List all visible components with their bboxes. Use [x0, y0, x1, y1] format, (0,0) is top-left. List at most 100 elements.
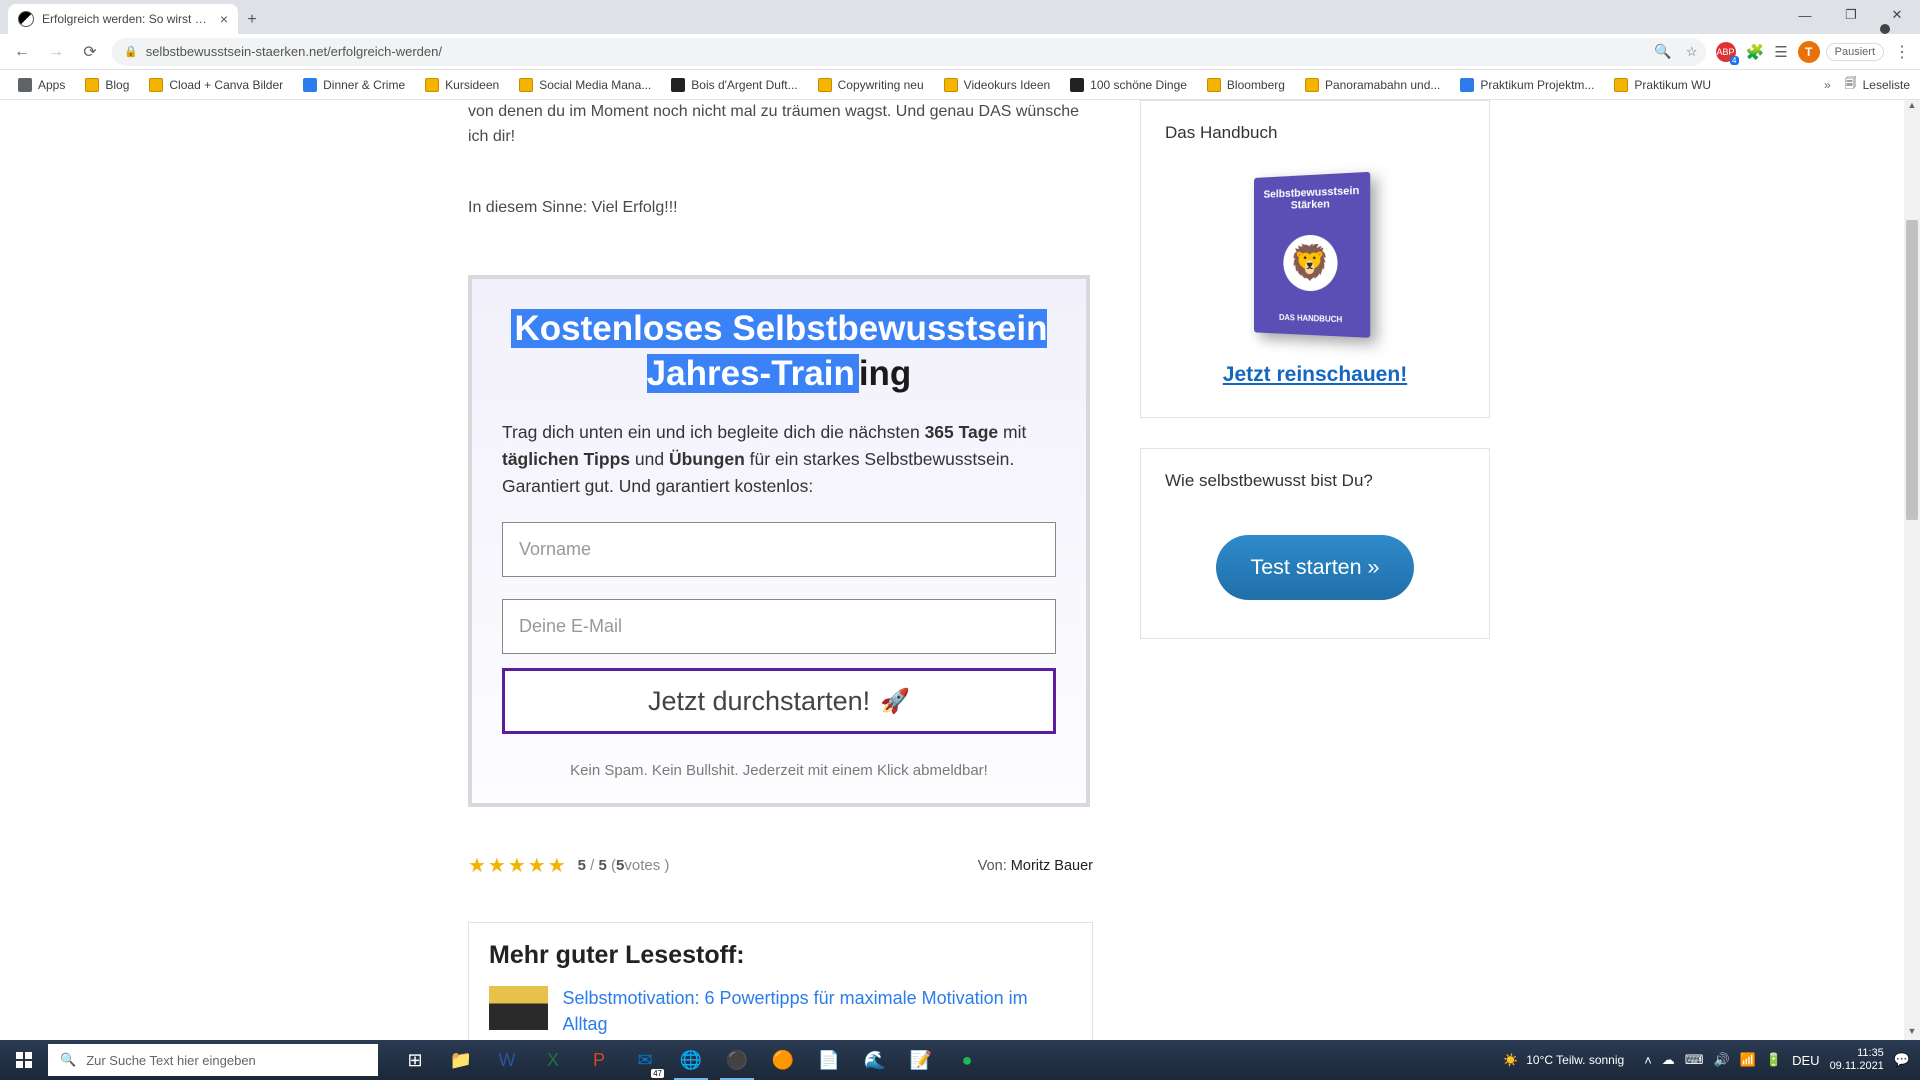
bookmark-item[interactable]: Social Media Mana...	[511, 75, 659, 95]
new-tab-button[interactable]: +	[238, 6, 266, 34]
related-link[interactable]: Selbstmotivation: 6 Powertipps für maxim…	[562, 986, 1072, 1036]
nav-forward-button: →	[44, 43, 68, 61]
scroll-up-icon[interactable]: ▲	[1906, 100, 1918, 114]
site-icon	[303, 78, 317, 92]
close-tab-icon[interactable]: ×	[220, 11, 228, 27]
bookmark-item[interactable]: Copywriting neu	[810, 75, 932, 95]
outlook-icon[interactable]: ✉47	[622, 1040, 668, 1080]
article-paragraph: In diesem Sinne: Viel Erfolg!!!	[468, 196, 1093, 221]
nav-reload-button[interactable]: ⟳	[78, 42, 102, 62]
profile-chip[interactable]: T Pausiert	[1798, 41, 1884, 63]
spotify-icon[interactable]: ●	[944, 1040, 990, 1080]
onedrive-icon[interactable]: ☁	[1662, 1052, 1675, 1068]
reinschauen-link[interactable]: Jetzt reinschauen!	[1223, 363, 1407, 387]
url-text: selbstbewusstsein-staerken.net/erfolgrei…	[146, 44, 442, 59]
chrome-menu-icon[interactable]: ⋮	[1894, 42, 1910, 62]
language-indicator[interactable]: DEU	[1792, 1053, 1819, 1068]
bookmark-item[interactable]: Panoramabahn und...	[1297, 75, 1448, 95]
optin-note: Kein Spam. Kein Bullshit. Jederzeit mit …	[502, 762, 1056, 779]
apps-icon	[18, 78, 32, 92]
tab-favicon	[18, 11, 34, 27]
taskbar-search[interactable]: 🔍 Zur Suche Text hier eingeben	[48, 1044, 378, 1076]
clock[interactable]: 11:35 09.11.2021	[1830, 1047, 1884, 1072]
related-thumb	[489, 986, 548, 1030]
bookmarks-overflow-icon[interactable]: »	[1824, 78, 1831, 92]
nav-back-button[interactable]: ←	[10, 43, 34, 61]
bookmark-item[interactable]: Dinner & Crime	[295, 75, 413, 95]
search-icon: 🔍	[60, 1052, 76, 1068]
sidebar-quiz-card: Wie selbstbewusst bist Du? Test starten …	[1140, 448, 1490, 639]
sun-icon: ☀️	[1503, 1053, 1518, 1067]
window-minimize-button[interactable]: ―	[1782, 0, 1828, 30]
related-item[interactable]: Selbstmotivation: 6 Powertipps für maxim…	[489, 986, 1072, 1036]
bookmark-item[interactable]: Praktikum WU	[1606, 75, 1719, 95]
scrollbar[interactable]: ▲ ▼	[1904, 100, 1920, 1040]
extensions-icon[interactable]: 🧩	[1746, 43, 1765, 61]
excel-icon[interactable]: X	[530, 1040, 576, 1080]
folder-icon	[1305, 78, 1319, 92]
app-icon[interactable]: 🟠	[760, 1040, 806, 1080]
site-icon	[671, 78, 685, 92]
bookmark-item[interactable]: Praktikum Projektm...	[1452, 75, 1602, 95]
submit-button[interactable]: Jetzt durchstarten! 🚀	[502, 668, 1056, 734]
battery-icon[interactable]: 🔋	[1766, 1052, 1782, 1068]
bookmark-apps[interactable]: Apps	[10, 75, 73, 95]
tab-title: Erfolgreich werden: So wirst du g	[42, 12, 212, 26]
notepad-icon[interactable]: 📝	[898, 1040, 944, 1080]
start-button[interactable]	[0, 1052, 48, 1068]
window-maximize-button[interactable]: ❐	[1828, 0, 1874, 30]
app-icon[interactable]: 📄	[806, 1040, 852, 1080]
explorer-icon[interactable]: 📁	[438, 1040, 484, 1080]
wifi-icon[interactable]: 📶	[1740, 1052, 1756, 1068]
scrollbar-thumb[interactable]	[1906, 220, 1918, 520]
rocket-icon: 🚀	[880, 687, 910, 716]
bookmark-star-icon[interactable]: ☆	[1686, 44, 1698, 60]
tray-chevron-icon[interactable]: ˄	[1644, 1053, 1652, 1068]
address-bar[interactable]: 🔒 selbstbewusstsein-staerken.net/erfolgr…	[112, 38, 1706, 66]
card-heading: Das Handbuch	[1141, 101, 1489, 165]
readlist-icon: 🗐	[1845, 74, 1857, 95]
related-box: Mehr guter Lesestoff: Selbstmotivation: …	[468, 922, 1093, 1040]
card-heading: Wie selbstbewusst bist Du?	[1141, 449, 1489, 513]
task-view-icon[interactable]: ⊞	[392, 1040, 438, 1080]
start-test-button[interactable]: Test starten »	[1216, 535, 1413, 600]
reading-list-button[interactable]: 🗐Leseliste	[1845, 74, 1910, 95]
browser-tab[interactable]: Erfolgreich werden: So wirst du g ×	[8, 4, 238, 34]
email-input[interactable]: Deine E-Mail	[502, 599, 1056, 654]
bookmark-item[interactable]: Cload + Canva Bilder	[141, 75, 291, 95]
author-byline: Von: Moritz Bauer	[978, 858, 1093, 874]
windows-icon	[16, 1052, 32, 1068]
profile-avatar: T	[1798, 41, 1820, 63]
bookmark-item[interactable]: Videokurs Ideen	[936, 75, 1059, 95]
notifications-icon[interactable]: 💬	[1894, 1052, 1910, 1068]
bookmark-item[interactable]: Blog	[77, 75, 137, 95]
zoom-icon[interactable]: 🔍	[1654, 43, 1671, 60]
optin-box: Kostenloses Selbstbewusstsein Jahres-Tra…	[468, 275, 1090, 807]
bookmark-item[interactable]: Bloomberg	[1199, 75, 1293, 95]
adblock-extension-icon[interactable]: ABP 4	[1716, 42, 1736, 62]
sidebar-handbuch-card: Das Handbuch Selbstbewusstsein Stärken 🦁…	[1140, 100, 1490, 418]
edge-icon[interactable]: 🌊	[852, 1040, 898, 1080]
window-close-button[interactable]: ✕	[1874, 0, 1920, 30]
scroll-down-icon[interactable]: ▼	[1906, 1026, 1918, 1040]
bookmark-item[interactable]: 100 schöne Dinge	[1062, 75, 1195, 95]
profile-paused-label: Pausiert	[1826, 43, 1884, 61]
obs-icon[interactable]: ⚫	[714, 1040, 760, 1080]
bookmark-item[interactable]: Kursideen	[417, 75, 507, 95]
weather-widget[interactable]: ☀️ 10°C Teilw. sonnig	[1503, 1053, 1624, 1067]
folder-icon	[1207, 78, 1221, 92]
reading-list-icon[interactable]: ☰	[1774, 43, 1787, 61]
stars-icon: ★★★★★	[468, 853, 568, 878]
powerpoint-icon[interactable]: P	[576, 1040, 622, 1080]
word-icon[interactable]: W	[484, 1040, 530, 1080]
chrome-icon[interactable]: 🌐	[668, 1040, 714, 1080]
site-icon	[1460, 78, 1474, 92]
firstname-input[interactable]: Vorname	[502, 522, 1056, 577]
optin-headline: Kostenloses Selbstbewusstsein Jahres-Tra…	[502, 307, 1056, 397]
keyboard-icon[interactable]: ⌨	[1685, 1052, 1704, 1068]
lion-icon: 🦁	[1283, 234, 1337, 291]
volume-icon[interactable]: 🔊	[1714, 1052, 1730, 1068]
book-image[interactable]: Selbstbewusstsein Stärken 🦁 DAS HANDBUCH	[1250, 175, 1380, 345]
bookmark-item[interactable]: Bois d'Argent Duft...	[663, 75, 805, 95]
site-icon	[1070, 78, 1084, 92]
